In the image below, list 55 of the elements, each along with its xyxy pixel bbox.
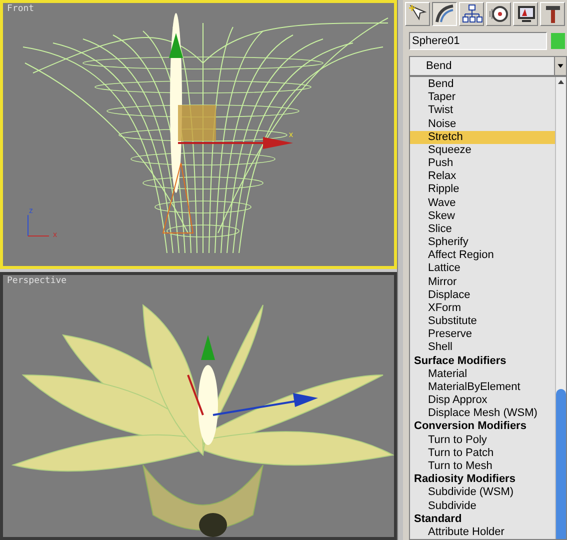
- modifier-item[interactable]: Attribute Holder: [410, 526, 555, 539]
- modifier-item[interactable]: Turn to Mesh: [410, 460, 555, 474]
- modifier-item[interactable]: Wave: [410, 196, 555, 210]
- modifier-item[interactable]: Noise: [410, 118, 555, 131]
- modifier-item[interactable]: Displace Mesh (WSM): [410, 407, 555, 420]
- modifier-item[interactable]: Ripple: [410, 183, 555, 197]
- modifier-item[interactable]: Squeeze: [410, 144, 555, 158]
- axis-label: x: [53, 231, 57, 239]
- axis-label: z: [29, 207, 33, 215]
- object-name-field[interactable]: Sphere01: [409, 32, 547, 50]
- utilities-tab[interactable]: [540, 2, 565, 26]
- modifier-item[interactable]: Material: [410, 368, 555, 381]
- modifier-item[interactable]: Stretch: [410, 130, 555, 144]
- modifier-item[interactable]: Lattice: [410, 262, 555, 276]
- modifier-item[interactable]: Preserve: [410, 328, 555, 342]
- modifier-item[interactable]: Taper: [410, 91, 555, 104]
- scrollbar-thumb[interactable]: [556, 389, 566, 539]
- modifier-item[interactable]: Disp Approx: [410, 394, 555, 408]
- modifier-item[interactable]: Substitute: [410, 315, 555, 328]
- dropdown-value: Bend: [425, 58, 453, 74]
- axis-tripod-icon: [25, 213, 51, 239]
- modify-tab[interactable]: [432, 2, 457, 26]
- category-header: Surface Modifiers: [413, 354, 508, 368]
- modifier-item[interactable]: Subdivide: [410, 500, 555, 513]
- modifier-item[interactable]: Push: [410, 157, 555, 170]
- modifier-item[interactable]: XForm: [410, 302, 555, 316]
- modifier-item[interactable]: Twist: [410, 104, 555, 118]
- object-color-swatch[interactable]: [551, 33, 565, 49]
- hierarchy-tab[interactable]: [459, 2, 484, 26]
- modifier-item[interactable]: Subdivide (WSM): [410, 486, 555, 500]
- hierarchy-icon: [460, 3, 482, 25]
- dropdown-caret-icon[interactable]: [554, 57, 566, 75]
- modifier-dropdown[interactable]: Bend: [409, 56, 567, 76]
- motion-tab[interactable]: [486, 2, 511, 26]
- modifier-item[interactable]: Shell: [410, 341, 555, 355]
- modifier-item[interactable]: Slice: [410, 222, 555, 236]
- modifier-item[interactable]: Affect Region: [410, 249, 555, 262]
- modifier-item[interactable]: MaterialByElement: [410, 380, 555, 394]
- modifier-item[interactable]: Turn to Patch: [410, 446, 555, 460]
- create-tab[interactable]: [405, 2, 430, 26]
- motion-icon: [488, 3, 510, 25]
- modifier-item[interactable]: Spherify: [410, 236, 555, 250]
- modifier-item[interactable]: Mirror: [410, 276, 555, 289]
- axis-label: x: [289, 131, 293, 139]
- category-header: Radiosity Modifiers: [413, 473, 516, 486]
- modifier-item[interactable]: Skew: [410, 210, 555, 223]
- category-header: Conversion Modifiers: [413, 420, 528, 434]
- modifier-item[interactable]: Relax: [410, 170, 555, 184]
- modifier-item[interactable]: Displace: [410, 288, 555, 302]
- list-scrollbar[interactable]: [555, 77, 566, 539]
- modifier-item[interactable]: Turn to Poly: [410, 434, 555, 447]
- display-tab[interactable]: [513, 2, 538, 26]
- modify-icon: [434, 3, 456, 25]
- category-header: Standard: [413, 512, 463, 526]
- modifier-item[interactable]: Bend: [410, 78, 555, 92]
